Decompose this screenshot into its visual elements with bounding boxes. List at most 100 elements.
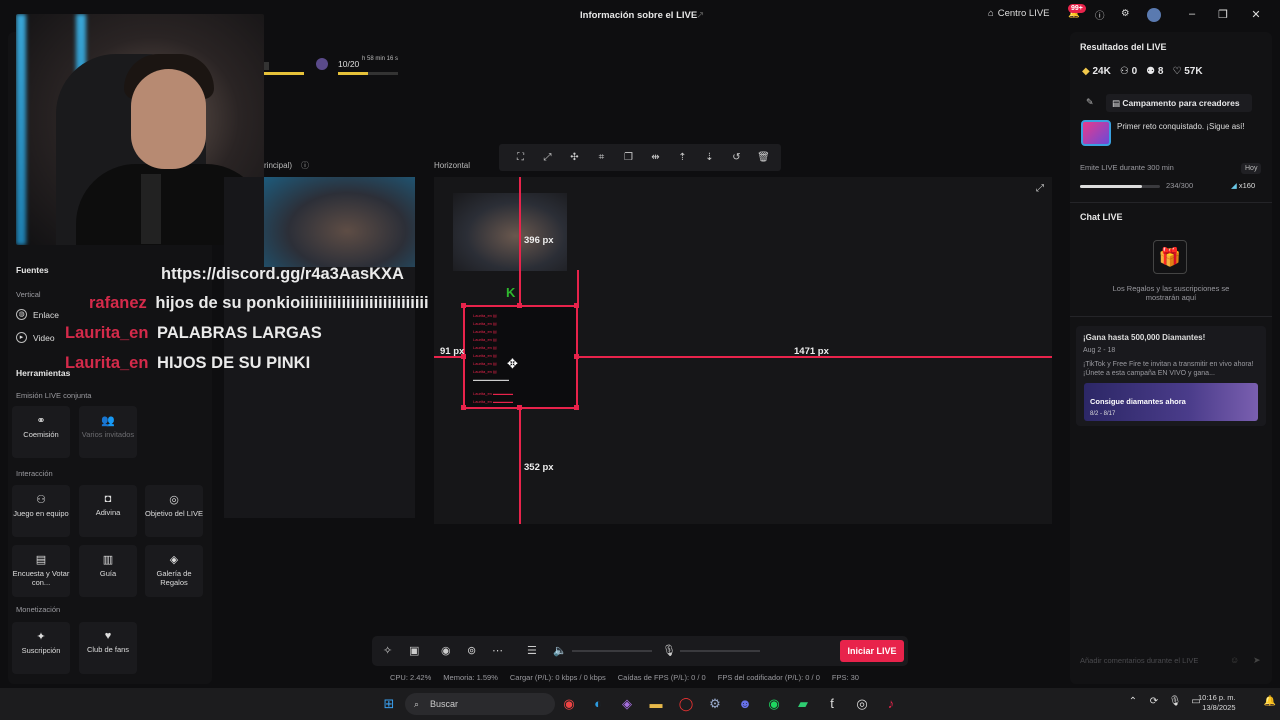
fit-icon[interactable]: ⤢ xyxy=(534,152,561,163)
gift-goal-bar xyxy=(338,72,398,75)
horizontal-label: Horizontal xyxy=(434,161,471,170)
edit-profile-icon[interactable]: ✎ xyxy=(1086,97,1094,108)
minimize-button[interactable]: – xyxy=(1184,8,1200,20)
resize-handle-br[interactable] xyxy=(574,405,579,410)
opera-icon[interactable]: ◯ xyxy=(678,696,694,712)
fan-club-tile[interactable]: ♥ Club de fans xyxy=(79,622,137,674)
horizontal-cam-source[interactable] xyxy=(453,193,567,271)
resize-handle-tr[interactable] xyxy=(574,303,579,308)
layer-up-icon[interactable]: ⇡ xyxy=(669,152,696,163)
microphone-icon[interactable]: 🎙 xyxy=(662,644,676,657)
guide-line-bottom xyxy=(519,409,521,524)
guess-icon: ◘ xyxy=(104,493,112,505)
goal-progress-bar xyxy=(1080,185,1160,188)
resize-handle-tl[interactable] xyxy=(461,303,466,308)
tf-app-icon[interactable]: ƭ xyxy=(824,696,840,711)
rotate-icon[interactable]: ↺ xyxy=(723,152,750,163)
resize-handle-bottom[interactable] xyxy=(517,405,522,410)
mic-slider[interactable] xyxy=(680,650,760,652)
notification-center-icon[interactable]: 🔔 xyxy=(1262,696,1278,707)
send-icon[interactable]: ➤ xyxy=(1253,655,1261,666)
vertical-preview-cam xyxy=(264,177,415,267)
scene-icon[interactable]: ▣ xyxy=(409,644,419,657)
taskbar-search[interactable]: ⌕ Buscar xyxy=(405,693,555,715)
close-button[interactable]: ✕ xyxy=(1248,8,1264,21)
poll-label: Encuesta y Votar con... xyxy=(12,569,70,587)
obs-icon[interactable]: ◎ xyxy=(854,696,870,712)
crop-icon[interactable]: ⌗ xyxy=(588,152,615,163)
vertical-preview[interactable] xyxy=(224,177,415,518)
share-icon[interactable]: ↗ xyxy=(696,10,704,21)
center-icon[interactable]: ✣ xyxy=(561,152,588,163)
windows-start-icon[interactable]: ⊞ xyxy=(381,696,397,712)
camera-icon[interactable]: ⊚ xyxy=(467,644,476,657)
edge-icon[interactable]: ◐ xyxy=(590,696,606,711)
window-title[interactable]: Información sobre el LIVE xyxy=(580,10,697,21)
gift-gallery-tile[interactable]: ◈ Galería de Regalos xyxy=(145,545,203,597)
folder-icon[interactable]: ▬ xyxy=(648,696,664,711)
layer-down-icon[interactable]: ⇣ xyxy=(696,152,723,163)
tray-chevron-icon[interactable]: ⌃ xyxy=(1125,696,1141,707)
resize-handle-right[interactable] xyxy=(574,354,579,359)
source-link[interactable]: ◍ Enlace xyxy=(16,309,59,320)
mic-tray-icon[interactable]: 🎙 xyxy=(1167,696,1183,707)
duplicate-icon[interactable]: ❐ xyxy=(615,152,642,163)
move-cursor-icon: ✥ xyxy=(507,356,518,371)
system-clock[interactable]: 10:16 p. m. 13/8/2025 xyxy=(1198,693,1236,713)
link-icon: ⚭ xyxy=(36,415,46,427)
chrome-icon[interactable]: ◉ xyxy=(561,696,577,712)
info-icon[interactable]: ⓘ xyxy=(301,160,309,171)
expand-icon[interactable]: ⤢ xyxy=(1036,183,1044,194)
overlay-message: https://discord.gg/r4a3AasKXA xyxy=(161,265,404,283)
app-window: Información sobre el LIVE ↗ ⌂ Centro LIV… xyxy=(0,0,1280,720)
fullscreen-icon[interactable]: ⛶ xyxy=(507,152,534,163)
team-game-tile[interactable]: ⚇ Juego en equipo xyxy=(12,485,70,537)
multi-guest-tile[interactable]: 👥 Varios invitados xyxy=(79,406,137,458)
record-icon[interactable]: ◉ xyxy=(441,644,451,657)
mixer-icon[interactable]: ☰ xyxy=(527,644,537,657)
resize-handle-bl[interactable] xyxy=(461,405,466,410)
viewers-stat: ⚇ 0 xyxy=(1119,66,1138,77)
overlay-message: Laurita_en PALABRAS LARGAS xyxy=(65,324,322,342)
resize-handle-top[interactable] xyxy=(517,303,522,308)
flip-icon[interactable]: ⇹ xyxy=(642,152,669,163)
more-icon[interactable]: ⋯ xyxy=(492,644,503,657)
poll-icon: ▤ xyxy=(35,554,47,566)
tiktok-live-icon[interactable]: ♪ xyxy=(883,696,899,711)
sync-icon[interactable]: ⟳ xyxy=(1146,696,1162,707)
emoji-icon[interactable]: ☺ xyxy=(1230,655,1239,665)
monetization-label: Monetización xyxy=(16,605,61,614)
spotify-icon[interactable]: ◉ xyxy=(766,696,782,712)
maximize-button[interactable]: ❐ xyxy=(1215,8,1231,21)
overlay-message: rafanez hijos de su ponkioiiiiiiiiiiiiii… xyxy=(89,294,429,312)
timer-bar xyxy=(264,72,304,75)
centro-live-button[interactable]: ⌂ Centro LIVE xyxy=(988,8,1050,19)
promo-banner[interactable]: Consigue diamantes ahora 8/2 - 8/17 xyxy=(1084,383,1258,421)
guess-tile[interactable]: ◘ Adivina xyxy=(79,485,137,537)
poll-tile[interactable]: ▤ Encuesta y Votar con... xyxy=(12,545,70,597)
comment-input[interactable]: Añadir comentarios durante el LIVE xyxy=(1080,656,1198,665)
speaker-icon[interactable]: 🔈 xyxy=(553,644,567,657)
go-live-button[interactable]: Iniciar LIVE xyxy=(840,640,904,662)
steam-icon[interactable]: ⚙ xyxy=(707,696,723,712)
help-icon[interactable]: ⓘ xyxy=(1095,8,1105,22)
magic-icon[interactable]: ✧ xyxy=(383,644,392,657)
kick-app-icon[interactable]: ▰ xyxy=(795,696,811,712)
gift-goal-icon xyxy=(316,58,328,70)
guide-tile[interactable]: ▥ Guía xyxy=(79,545,137,597)
selected-chat-source[interactable]: Laurita_en ▤ Laurita_en ▤ Laurita_en ▤ L… xyxy=(463,305,578,409)
subscription-tile[interactable]: ✦ Suscripción xyxy=(12,622,70,674)
reward-icon: ◢ xyxy=(1231,181,1237,190)
delete-icon[interactable]: 🗑 xyxy=(750,152,777,163)
source-video[interactable]: ▸ Video xyxy=(16,332,55,343)
settings-icon[interactable]: ⚙ xyxy=(1121,8,1130,19)
encoder-fps-stat: FPS del codificador (P/L): 0 / 0 xyxy=(717,673,820,682)
gamepad-icon: ⚇ xyxy=(36,494,46,506)
volume-slider[interactable] xyxy=(572,650,652,652)
coemision-tile[interactable]: ⚭ Coemisión xyxy=(12,406,70,458)
creator-camp-button[interactable]: ▤ Campamento para creadores xyxy=(1106,94,1252,112)
discord-icon[interactable]: ☻ xyxy=(737,696,753,711)
live-goal-tile[interactable]: ◎ Objetivo del LIVE xyxy=(145,485,203,537)
avatar[interactable] xyxy=(1147,8,1161,22)
copilot-icon[interactable]: ◈ xyxy=(619,696,635,712)
